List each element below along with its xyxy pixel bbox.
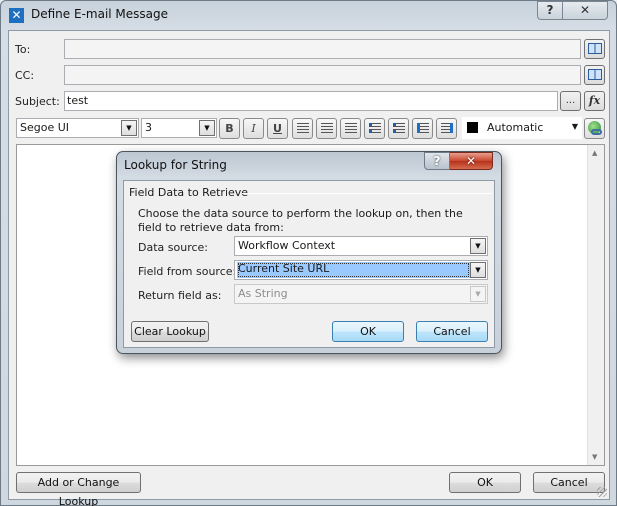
dialog-title: Lookup for String (124, 158, 227, 172)
dialog-client: Field Data to Retrieve Choose the data s… (123, 180, 495, 348)
subject-label: Subject: (15, 95, 60, 108)
align-left-button[interactable] (292, 118, 313, 139)
to-label: To: (15, 43, 31, 56)
vertical-scrollbar[interactable]: ▲ ▼ (587, 145, 604, 465)
to-field[interactable] (64, 39, 581, 59)
chevron-down-icon: ▼ (470, 262, 486, 278)
help-button[interactable]: ? (537, 1, 563, 20)
increase-indent-icon (440, 123, 453, 133)
numbered-list-icon (368, 123, 381, 133)
group-divider (242, 193, 492, 194)
increase-indent-button[interactable] (436, 118, 457, 139)
underline-button[interactable]: U (267, 118, 288, 139)
field-from-source-label: Field from source: (138, 265, 237, 278)
return-field-as-label: Return field as: (138, 289, 222, 302)
data-source-select[interactable]: Workflow Context ▼ (234, 236, 488, 256)
chevron-down-icon: ▼ (470, 238, 486, 254)
italic-button[interactable]: I (243, 118, 264, 139)
align-right-icon (344, 123, 357, 133)
insert-hyperlink-button[interactable] (584, 118, 605, 139)
bold-button[interactable]: B (219, 118, 240, 139)
dialog-cancel-button[interactable]: Cancel (416, 321, 488, 342)
chevron-down-icon: ▼ (121, 120, 137, 136)
scroll-up-icon[interactable]: ▲ (592, 149, 597, 157)
to-address-book-button[interactable] (584, 39, 605, 59)
subject-browse-button[interactable]: ... (560, 91, 581, 111)
title-bar: ✕ Define E-mail Message ? ✕ (1, 1, 616, 29)
return-field-as-select: As String ▼ (234, 284, 488, 304)
resize-grip[interactable] (597, 487, 607, 497)
dialog-help-button[interactable]: ? (424, 152, 450, 170)
clear-lookup-button[interactable]: Clear Lookup (131, 321, 209, 342)
subject-formula-button[interactable]: fx (584, 91, 605, 111)
field-from-source-select[interactable]: Current Site URL ▼ (234, 260, 488, 280)
data-source-label: Data source: (138, 241, 208, 254)
app-tools-icon: ✕ (9, 8, 24, 23)
link-icon (591, 129, 602, 135)
font-size-select[interactable]: 3 ▼ (141, 118, 217, 138)
dialog-ok-button[interactable]: OK (332, 321, 404, 342)
decrease-indent-icon (416, 123, 429, 133)
lookup-for-string-dialog: Lookup for String ? ✕ Field Data to Retr… (116, 151, 502, 354)
cc-label: CC: (15, 69, 35, 82)
decrease-indent-button[interactable] (412, 118, 433, 139)
address-book-icon (587, 69, 602, 80)
dialog-description: Choose the data source to perform the lo… (138, 207, 463, 234)
font-select[interactable]: Segoe UI ▼ (16, 118, 139, 138)
scroll-down-icon[interactable]: ▼ (592, 453, 597, 461)
bulleted-list-icon (392, 123, 405, 133)
chevron-down-icon: ▼ (199, 120, 215, 136)
cancel-button[interactable]: Cancel (533, 472, 605, 493)
align-right-button[interactable] (340, 118, 361, 139)
align-center-button[interactable] (316, 118, 337, 139)
chevron-down-icon: ▼ (470, 286, 486, 302)
cc-address-book-button[interactable] (584, 65, 605, 85)
subject-field[interactable]: test (64, 91, 558, 111)
formula-icon: fx (588, 94, 601, 107)
close-button[interactable]: ✕ (563, 1, 608, 20)
numbered-list-button[interactable] (364, 118, 385, 139)
window-title: Define E-mail Message (31, 7, 169, 21)
group-title: Field Data to Retrieve (129, 186, 249, 199)
cc-field[interactable] (64, 65, 581, 85)
ok-button[interactable]: OK (449, 472, 521, 493)
font-color-swatch (467, 122, 478, 133)
dialog-close-button[interactable]: ✕ (450, 152, 493, 170)
address-book-icon (587, 43, 602, 54)
chevron-down-icon: ▼ (571, 122, 578, 131)
font-color-select[interactable]: Automatic ▼ (462, 117, 582, 139)
align-center-icon (320, 123, 333, 133)
align-left-icon (296, 123, 309, 133)
bulleted-list-button[interactable] (388, 118, 409, 139)
add-change-lookup-button[interactable]: Add or Change Lookup (16, 472, 141, 506)
